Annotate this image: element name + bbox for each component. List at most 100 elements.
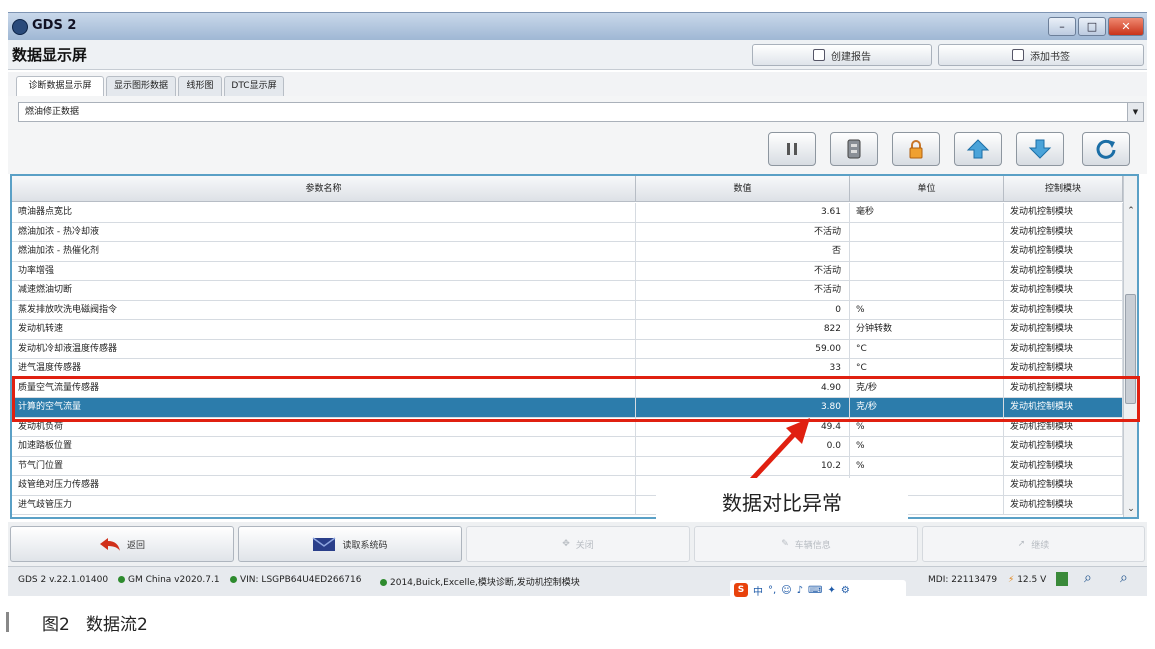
param-name-cell: 进气温度传感器: [12, 359, 636, 378]
ime-settings-icon[interactable]: ⚙: [841, 585, 850, 596]
close-button[interactable]: ✕: [1108, 17, 1144, 36]
value-cell: 59.00: [636, 339, 850, 359]
continue-button[interactable]: ➚ 继续: [922, 526, 1145, 562]
table-row[interactable]: 进气温度传感器 33 °C 发动机控制模块: [12, 359, 1123, 379]
unit-cell: %: [850, 417, 1004, 437]
table-row[interactable]: 喷油器点宽比 3.61 毫秒 发动机控制模块: [12, 203, 1123, 223]
table-body: 喷油器点宽比 3.61 毫秒 发动机控制模块 燃油加浓 - 热冷却液 不活动 发动机控制模块…: [12, 203, 1123, 517]
scroll-up-icon[interactable]: ⌃: [1126, 206, 1136, 216]
status-ok-icon: [380, 579, 387, 586]
refresh-button[interactable]: [1082, 132, 1130, 166]
back-button[interactable]: 返回: [10, 526, 234, 562]
unit-cell: %: [850, 300, 1004, 320]
status-ok-icon: [118, 576, 125, 583]
column-header-name[interactable]: 参数名称: [12, 176, 636, 202]
table-row[interactable]: 发动机冷却液温度传感器 59.00 °C 发动机控制模块: [12, 339, 1123, 359]
value-cell: 3.80: [636, 398, 850, 417]
dataset-select[interactable]: 燃油修正数据 ▼: [18, 102, 1144, 122]
scroll-thumb[interactable]: [1125, 294, 1136, 404]
status-bar: GDS 2 v.22.1.01400 GM China v2020.7.1 VI…: [8, 566, 1147, 596]
table-row[interactable]: 蒸发排放吹洗电磁阀指令 0% 发动机控制模块: [12, 300, 1123, 320]
ime-toolbar[interactable]: S 中 °, ☺ ♪ ⌨ ✦ ⚙: [730, 580, 906, 600]
ime-voice-icon[interactable]: ♪: [797, 585, 803, 596]
module-cell: 发动机控制模块: [1004, 495, 1123, 515]
tab-diagnostic-data[interactable]: 诊断数据显示屏: [16, 76, 104, 97]
value-cell: 否: [636, 242, 850, 261]
module-cell: 发动机控制模块: [1004, 359, 1123, 378]
table-row[interactable]: 质量空气流量传感器 4.90 克/秒 发动机控制模块: [12, 378, 1123, 398]
create-report-button[interactable]: 创建报告: [752, 44, 932, 66]
zoom-out-icon[interactable]: ⌕: [1084, 570, 1092, 586]
table-row[interactable]: 发动机转速 822 分钟转数 发动机控制模块: [12, 320, 1123, 340]
column-header-unit[interactable]: 单位: [850, 176, 1004, 202]
app-title: GDS 2: [32, 18, 77, 33]
page-header: 数据显示屏 创建报告 添加书签: [8, 40, 1147, 70]
chevron-down-icon[interactable]: ▼: [1127, 103, 1143, 121]
unit-cell: %: [850, 456, 1004, 476]
module-cell: 发动机控制模块: [1004, 300, 1123, 320]
ime-logo-icon: S: [734, 583, 748, 597]
dataset-select-value: 燃油修正数据: [25, 107, 80, 117]
ime-emoji-icon[interactable]: ☺: [781, 585, 791, 596]
tab-graph-data[interactable]: 显示图形数据: [106, 76, 176, 96]
module-cell: 发动机控制模块: [1004, 222, 1123, 242]
figure-number: 图2: [42, 615, 70, 635]
status-gm-region: GM China v2020.7.1: [118, 575, 220, 585]
figure-title: 数据流2: [86, 615, 148, 635]
table-row[interactable]: 节气门位置 10.2% 发动机控制模块: [12, 456, 1123, 476]
figure-caption: 图2 数据流2: [42, 610, 148, 635]
maximize-button[interactable]: □: [1078, 17, 1106, 36]
close-view-label: 关闭: [575, 540, 594, 551]
table-row[interactable]: 燃油加浓 - 热催化剂否 发动机控制模块: [12, 242, 1123, 262]
param-name-cell: 质量空气流量传感器: [12, 378, 636, 398]
table-row[interactable]: 计算的空气流量 3.80 克/秒 发动机控制模块: [12, 398, 1123, 418]
table-row[interactable]: 发动机负荷 49.4% 发动机控制模块: [12, 417, 1123, 437]
tab-dtc-display[interactable]: DTC显示屏: [224, 76, 284, 96]
arrow-down-icon: [1028, 139, 1052, 159]
lock-button[interactable]: [892, 132, 940, 166]
battery-icon: [1056, 572, 1068, 586]
param-name-cell: 发动机冷却液温度传感器: [12, 339, 636, 359]
add-bookmark-button[interactable]: 添加书签: [938, 44, 1144, 66]
table-row[interactable]: 歧管绝对压力传感器 发动机控制模块: [12, 476, 1123, 496]
move-up-button[interactable]: [954, 132, 1002, 166]
data-table: 参数名称 数值 单位 控制模块 喷油器点宽比 3.61 毫秒 发动机控制模块 燃油加浓 …: [10, 174, 1139, 519]
tab-line-chart[interactable]: 线形图: [178, 76, 222, 96]
refresh-icon: [1096, 139, 1116, 159]
table-row[interactable]: 功率增强 不活动 发动机控制模块: [12, 261, 1123, 281]
param-name-cell: 发动机负荷: [12, 417, 636, 437]
vertical-scrollbar[interactable]: ⌃ ⌄: [1123, 176, 1137, 517]
read-codes-button[interactable]: 读取系统码: [238, 526, 462, 562]
lock-icon: [909, 140, 923, 159]
move-down-button[interactable]: [1016, 132, 1064, 166]
ime-keyboard-icon[interactable]: ⌨: [808, 585, 822, 596]
value-cell: 3.61: [636, 203, 850, 222]
table-header: 参数名称 数值 单位 控制模块: [12, 176, 1123, 202]
param-name-cell: 燃油加浓 - 热催化剂: [12, 242, 636, 261]
ime-punctuation-icon[interactable]: °,: [768, 585, 776, 596]
scroll-down-icon[interactable]: ⌄: [1126, 504, 1136, 514]
table-row[interactable]: 加速踏板位置 0.0% 发动机控制模块: [12, 437, 1123, 457]
ime-language[interactable]: 中: [753, 583, 763, 598]
param-name-cell: 加速踏板位置: [12, 437, 636, 456]
value-cell: 0: [636, 300, 850, 320]
table-row[interactable]: 燃油加浓 - 热冷却液 不活动 发动机控制模块: [12, 222, 1123, 242]
continue-label: 继续: [1031, 540, 1050, 551]
column-header-value[interactable]: 数值: [636, 176, 850, 202]
zoom-in-icon[interactable]: ⌕: [1120, 570, 1128, 586]
minimize-button[interactable]: –: [1048, 17, 1076, 36]
module-cell: 发动机控制模块: [1004, 261, 1123, 281]
vehicle-info-button[interactable]: ✎ 车辆信息: [694, 526, 918, 562]
pause-button[interactable]: [768, 132, 816, 166]
snapshot-button[interactable]: [830, 132, 878, 166]
pause-icon: [787, 143, 797, 155]
param-name-cell: 发动机转速: [12, 320, 636, 339]
ime-skin-icon[interactable]: ✦: [827, 585, 835, 596]
column-header-module[interactable]: 控制模块: [1004, 176, 1123, 202]
create-report-label: 创建报告: [831, 51, 871, 63]
table-row[interactable]: 进气歧管压力 发动机控制模块: [12, 495, 1123, 515]
table-row[interactable]: 减速燃油切断 不活动 发动机控制模块: [12, 281, 1123, 301]
module-cell: 发动机控制模块: [1004, 281, 1123, 300]
caption-bar: [6, 612, 9, 632]
close-view-button[interactable]: ✥ 关闭: [466, 526, 690, 562]
